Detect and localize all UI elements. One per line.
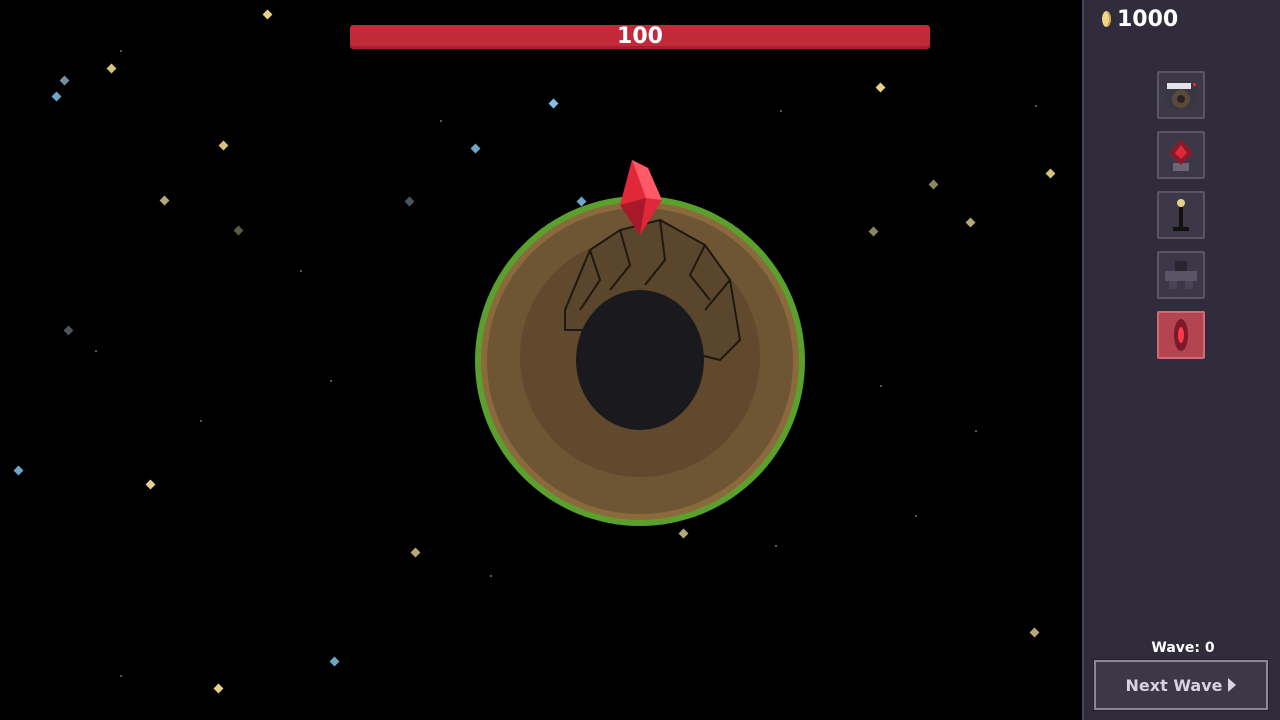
dust [440,120,442,122]
star [928,179,939,190]
star [410,547,421,558]
tower-button-cannon[interactable] [1157,71,1205,119]
tower-button-red-crystal[interactable] [1157,311,1205,359]
dust [120,50,122,52]
star [678,528,689,539]
dust [300,270,302,272]
star [548,98,559,109]
planet-core-hole [576,290,704,430]
gem-coin-icon [1102,11,1111,27]
dust [95,350,97,352]
star [404,196,415,207]
star [218,140,229,151]
star [51,91,62,102]
tower-button-bunker[interactable] [1157,251,1205,299]
star [63,325,74,336]
red-crystal-tower-icon [1174,319,1188,351]
cannon-tower-icon [1165,81,1197,109]
dust [975,430,977,432]
star [159,195,170,206]
star [262,9,273,20]
build-sidebar: 1000 Wave: 0 Next Wave [1082,0,1280,720]
star [329,656,340,667]
dust [780,110,782,112]
star [145,479,156,490]
dust [775,545,777,547]
health-value: 100 [617,24,663,49]
next-wave-button[interactable]: Next Wave [1093,659,1269,711]
star [213,683,224,694]
dust [490,575,492,577]
star [868,226,879,237]
tower-button-lamp[interactable] [1157,191,1205,239]
wave-counter: Wave: 0 [1151,640,1215,656]
star [59,75,70,86]
currency-amount: 1000 [1117,6,1179,32]
space-background[interactable] [0,0,1082,720]
crystal-tower-icon [1169,139,1193,171]
star [233,225,244,236]
dust [915,515,917,517]
health-bar: 100 [350,25,930,49]
currency-display: 1000 [1102,6,1178,32]
dust [200,420,202,422]
next-wave-label: Next Wave [1125,675,1223,695]
star [965,217,976,228]
dust [1035,105,1037,107]
star [875,82,886,93]
dust [330,380,332,382]
planet[interactable] [470,150,810,530]
dust [120,675,122,677]
star [1029,627,1040,638]
tower-button-crystal[interactable] [1157,131,1205,179]
bunker-tower-icon [1165,261,1197,289]
star [1045,168,1056,179]
star [106,63,117,74]
star [13,465,24,476]
play-arrow-icon [1228,678,1237,692]
dust [880,385,882,387]
lamp-tower-icon [1173,199,1189,231]
